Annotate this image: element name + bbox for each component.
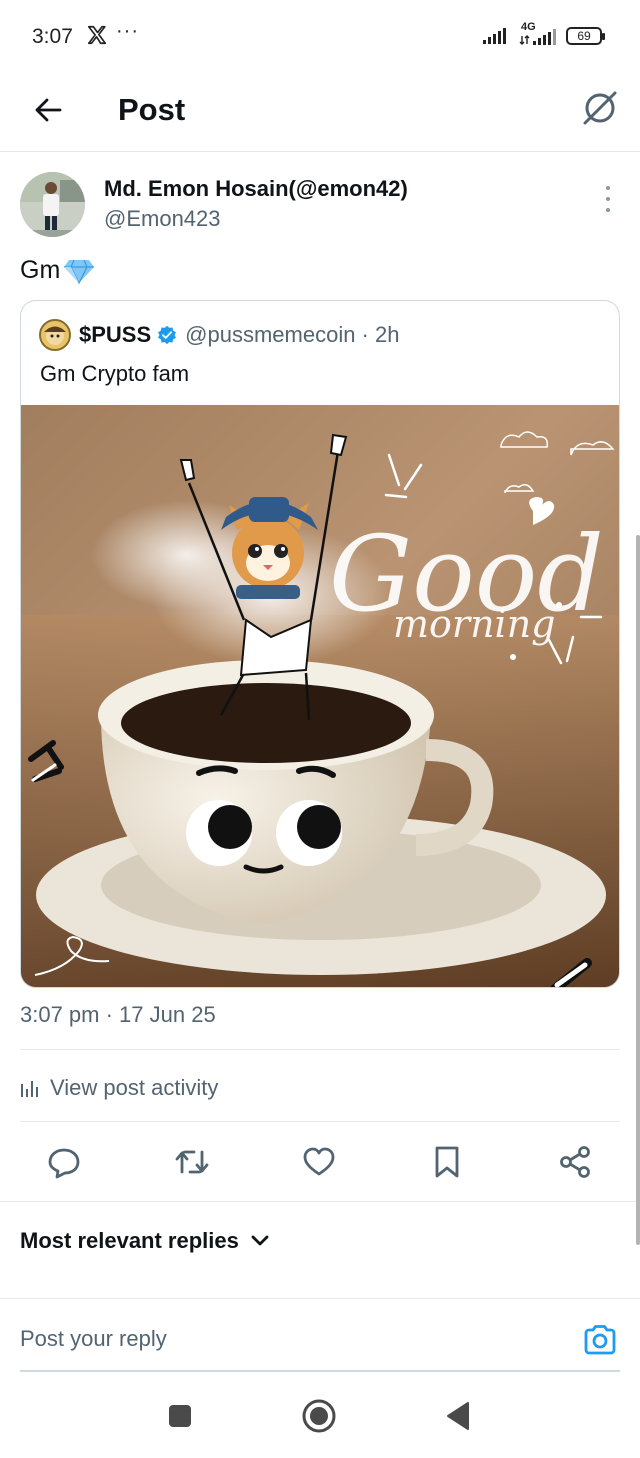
post-timestamp: 3:07 pm · 17 Jun 25 (20, 1002, 216, 1027)
view-post-activity-label: View post activity (50, 1075, 219, 1100)
post-action-bar (0, 1140, 640, 1184)
bookmark-icon (435, 1146, 459, 1178)
grok-icon (583, 91, 617, 125)
quoted-author-name: $PUSS (79, 322, 152, 347)
verified-badge-icon (158, 325, 177, 345)
system-navigation-bar (0, 1372, 640, 1458)
like-icon (303, 1147, 335, 1176)
more-dot-icon (606, 186, 610, 190)
reply-input[interactable]: Post your reply (20, 1326, 167, 1352)
gem-emoji-icon (64, 259, 95, 284)
status-indicators: 4G 69 (482, 21, 605, 48)
more-options-button[interactable] (600, 186, 616, 212)
author-avatar[interactable] (20, 172, 85, 237)
divider (0, 1201, 640, 1202)
repost-button[interactable] (170, 1140, 214, 1184)
x-logo-icon (87, 25, 107, 45)
reply-icon (48, 1148, 80, 1179)
status-bar: 3:07 ··· 4G 69 (0, 0, 640, 72)
scrollbar[interactable] (636, 535, 640, 1245)
home-circle-icon (302, 1399, 336, 1433)
status-time: 3:07 (32, 25, 73, 48)
network-signal-icon: 4G (518, 21, 558, 48)
post-text: Gm (20, 256, 95, 285)
analytics-icon (21, 1081, 38, 1097)
divider (20, 1049, 620, 1050)
quoted-post-image[interactable]: Good morning (21, 405, 619, 987)
replies-sort-dropdown[interactable]: Most relevant replies (20, 1226, 269, 1256)
share-icon (560, 1146, 590, 1178)
camera-button[interactable] (582, 1322, 618, 1358)
like-button[interactable] (297, 1140, 341, 1184)
back-button[interactable] (28, 90, 68, 130)
status-more-icon: ··· (116, 20, 139, 42)
quoted-post-text: Gm Crypto fam (40, 361, 190, 386)
reply-button[interactable] (42, 1140, 86, 1184)
recent-apps-button[interactable] (162, 1398, 198, 1434)
home-button[interactable] (301, 1398, 337, 1434)
more-dot-icon (606, 197, 610, 201)
page-title: Post (118, 92, 186, 127)
post-text-content: Gm (20, 256, 61, 284)
camera-icon (584, 1325, 616, 1355)
repost-icon (175, 1150, 209, 1174)
quoted-author-handle: @pussmemecoin · 2h (185, 322, 400, 347)
morning-text: morning (393, 602, 556, 646)
back-arrow-icon (35, 98, 62, 122)
battery-indicator: 69 (566, 27, 605, 45)
more-dot-icon (606, 208, 610, 212)
grok-button[interactable] (580, 88, 620, 128)
share-button[interactable] (553, 1140, 597, 1184)
back-triangle-icon (447, 1402, 469, 1430)
divider (20, 1121, 620, 1122)
divider (0, 1298, 640, 1299)
quoted-post[interactable]: $PUSS @pussmemecoin · 2h Gm Crypto fam G… (20, 300, 620, 988)
square-icon (169, 1405, 191, 1427)
author-name[interactable]: Md. Emon Hosain(@emon42) (104, 176, 408, 202)
avatar-photo (20, 172, 85, 237)
chevron-down-icon (251, 1235, 269, 1246)
bookmark-button[interactable] (425, 1140, 469, 1184)
quoted-post-header: $PUSS @pussmemecoin · 2h (39, 319, 399, 351)
replies-sort-label: Most relevant replies (20, 1228, 239, 1253)
signal-icon (483, 28, 506, 44)
top-app-bar: Post (0, 72, 640, 152)
quoted-author-avatar (39, 319, 71, 351)
view-post-activity-link[interactable]: View post activity (20, 1072, 218, 1104)
back-nav-button[interactable] (440, 1398, 476, 1434)
coffee-cup-illustration: Good morning (21, 405, 619, 987)
author-handle[interactable]: @Emon423 (104, 206, 221, 232)
